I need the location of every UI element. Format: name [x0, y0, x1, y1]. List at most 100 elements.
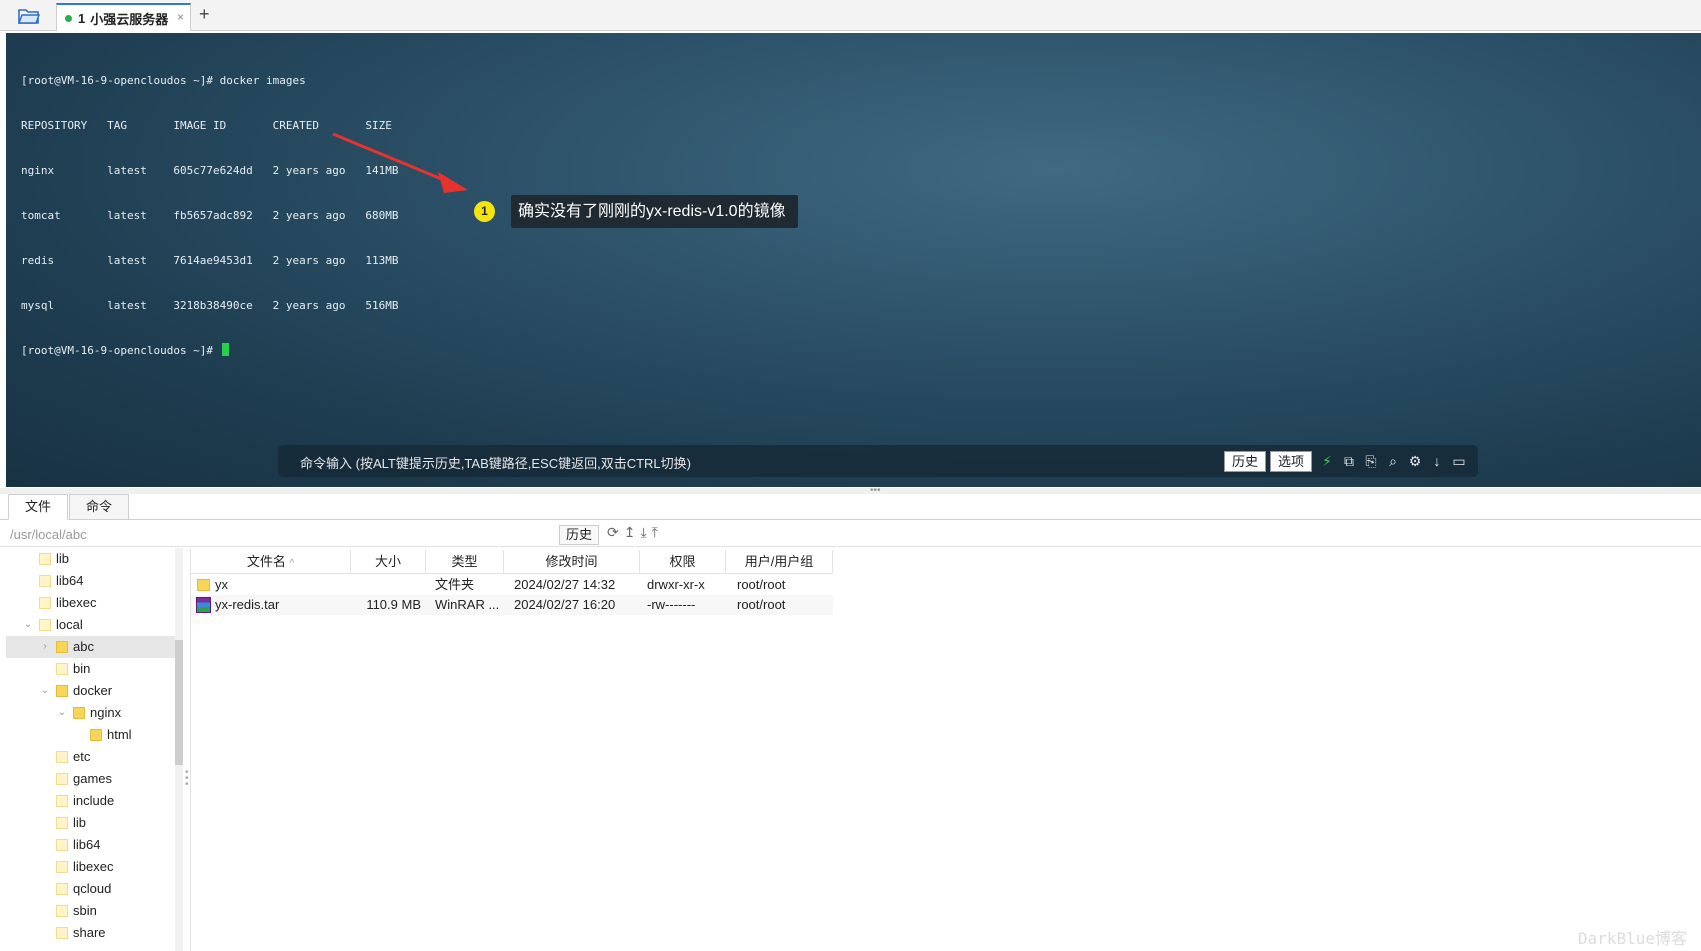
- tree-item-nginx[interactable]: ⌄ nginx: [6, 702, 175, 724]
- file-list: 文件名 ^ 大小 类型 修改时间 权限 用户/用户组 yx 文件夹 2024/0…: [190, 548, 1701, 951]
- upload-icon[interactable]: ⤒: [652, 524, 658, 541]
- file-mtime: 2024/02/27 14:32: [514, 577, 616, 592]
- tree-item-bin[interactable]: bin: [6, 658, 175, 680]
- annotation-badge: 1: [474, 201, 495, 222]
- tab-commands[interactable]: 命令: [69, 494, 129, 520]
- command-toolbar: ⚡ ⧉ ⎘ ⌕ ⚙ ↓ ▭: [1318, 451, 1468, 471]
- tree-item-label: lib: [73, 815, 87, 830]
- lightning-icon[interactable]: ⚡: [1318, 451, 1336, 471]
- options-button[interactable]: 选项: [1270, 451, 1312, 472]
- session-tab-bar: 1 小强云服务器 × +: [0, 0, 1701, 31]
- folder-icon: [39, 619, 51, 631]
- terminal-prompt: [root@VM-16-9-opencloudos ~]#: [21, 344, 220, 357]
- tree-item-lib[interactable]: lib: [6, 548, 175, 570]
- folder-icon: [56, 663, 68, 675]
- copy-icon[interactable]: ⧉: [1340, 451, 1358, 471]
- paste-icon[interactable]: ⎘: [1362, 451, 1380, 471]
- refresh-icon[interactable]: ⟳: [607, 524, 619, 541]
- tree-item-label: share: [73, 925, 106, 940]
- maximize-icon[interactable]: ▭: [1450, 451, 1468, 471]
- tree-item-etc[interactable]: etc: [6, 746, 175, 768]
- tree-item-label: lib64: [73, 837, 101, 852]
- folder-icon: [56, 641, 68, 653]
- folder-icon: [39, 597, 51, 609]
- tree-item-label: sbin: [73, 903, 97, 918]
- tree-item-label: etc: [73, 749, 91, 764]
- tree-item-lib[interactable]: lib: [6, 812, 175, 834]
- tree-toggle-icon[interactable]: ⌄: [39, 680, 51, 702]
- tree-toggle-icon[interactable]: ⌄: [22, 614, 34, 636]
- column-header-type[interactable]: 类型: [426, 550, 504, 574]
- tree-scrollbar-thumb[interactable]: [175, 640, 183, 765]
- path-actions: ⟳ ↥ ⤓ ⤒: [607, 524, 658, 541]
- tree-item-html[interactable]: html: [6, 724, 175, 746]
- gear-icon[interactable]: ⚙: [1406, 451, 1424, 471]
- file-permissions: drwxr-xr-x: [647, 577, 705, 592]
- path-input[interactable]: [10, 525, 555, 543]
- file-row[interactable]: yx 文件夹 2024/02/27 14:32 drwxr-xr-x root/…: [191, 575, 833, 595]
- tree-item-docker[interactable]: ⌄ docker: [6, 680, 175, 702]
- column-header-owner[interactable]: 用户/用户组: [726, 550, 833, 574]
- terminal-line: mysql latest 3218b38490ce 2 years ago 51…: [21, 299, 399, 312]
- tree-item-libexec[interactable]: libexec: [6, 592, 175, 614]
- terminal-pane[interactable]: [root@VM-16-9-opencloudos ~]# docker ima…: [6, 33, 1701, 487]
- tree-item-include[interactable]: include: [6, 790, 175, 812]
- column-header-name[interactable]: 文件名 ^: [191, 550, 351, 574]
- history-button[interactable]: 历史: [1224, 451, 1266, 472]
- path-history-button[interactable]: 历史: [559, 525, 599, 545]
- file-permissions: -rw-------: [647, 597, 696, 612]
- file-row[interactable]: yx-redis.tar 110.9 MB WinRAR ... 2024/02…: [191, 595, 833, 615]
- column-header-permissions[interactable]: 权限: [640, 550, 726, 574]
- up-directory-icon[interactable]: ↥: [624, 524, 636, 541]
- tree-item-local[interactable]: ⌄ local: [6, 614, 175, 636]
- path-toolbar: 历史 ⟳ ↥ ⤓ ⤒: [0, 521, 1701, 547]
- tree-scrollbar[interactable]: [175, 548, 183, 951]
- tree-item-abc[interactable]: › abc: [6, 636, 175, 658]
- annotation-arrow: [332, 132, 468, 193]
- new-tab-button[interactable]: +: [199, 4, 210, 25]
- command-input-bar[interactable]: 命令输入 (按ALT键提示历史,TAB键路径,ESC键返回,双击CTRL切换) …: [278, 445, 1478, 477]
- open-folder-icon[interactable]: [10, 4, 48, 28]
- file-owner: root/root: [737, 597, 786, 612]
- tree-item-label: nginx: [90, 705, 122, 720]
- tree-item-libexec[interactable]: libexec: [6, 856, 175, 878]
- tab-session-1[interactable]: 1 小强云服务器 ×: [56, 3, 191, 31]
- folder-icon: [56, 883, 68, 895]
- arrow-down-icon[interactable]: ↓: [1428, 451, 1446, 471]
- tree-item-label: games: [73, 771, 113, 786]
- tree-item-label: libexec: [56, 595, 97, 610]
- search-icon[interactable]: ⌕: [1384, 451, 1402, 471]
- column-header-mtime[interactable]: 修改时间: [504, 550, 640, 574]
- tree-item-qcloud[interactable]: qcloud: [6, 878, 175, 900]
- tree-item-label: qcloud: [73, 881, 112, 896]
- tree-item-label: docker: [73, 683, 113, 698]
- tree-item-label: libexec: [73, 859, 114, 874]
- sort-asc-icon: ^: [289, 558, 295, 569]
- file-mtime: 2024/02/27 16:20: [514, 597, 616, 612]
- column-header-size[interactable]: 大小: [351, 550, 426, 574]
- tree-item-sbin[interactable]: sbin: [6, 900, 175, 922]
- folder-icon: [39, 575, 51, 587]
- tree-item-label: lib: [56, 551, 70, 566]
- terminal-cursor: [221, 343, 229, 356]
- tree-item-games[interactable]: games: [6, 768, 175, 790]
- tree-item-label: lib64: [56, 573, 84, 588]
- folder-icon: [56, 817, 68, 829]
- winrar-archive-icon: [196, 597, 211, 613]
- tab-files[interactable]: 文件: [8, 494, 68, 520]
- connected-status-icon: [65, 14, 72, 22]
- tree-item-label: include: [73, 793, 115, 808]
- tree-item-lib64[interactable]: lib64: [6, 834, 175, 856]
- tree-item-lib64[interactable]: lib64: [6, 570, 175, 592]
- folder-icon: [56, 795, 68, 807]
- tree-toggle-icon[interactable]: ⌄: [56, 702, 68, 724]
- tree-item-label: html: [107, 727, 132, 742]
- folder-icon: [56, 685, 68, 697]
- tab-number: 1: [78, 10, 86, 26]
- download-icon[interactable]: ⤓: [640, 524, 646, 541]
- tree-toggle-icon[interactable]: ›: [39, 636, 51, 658]
- close-tab-icon[interactable]: ×: [177, 10, 184, 24]
- file-owner: root/root: [737, 577, 786, 592]
- tree-item-label: abc: [73, 639, 94, 654]
- tree-item-share[interactable]: share: [6, 922, 175, 944]
